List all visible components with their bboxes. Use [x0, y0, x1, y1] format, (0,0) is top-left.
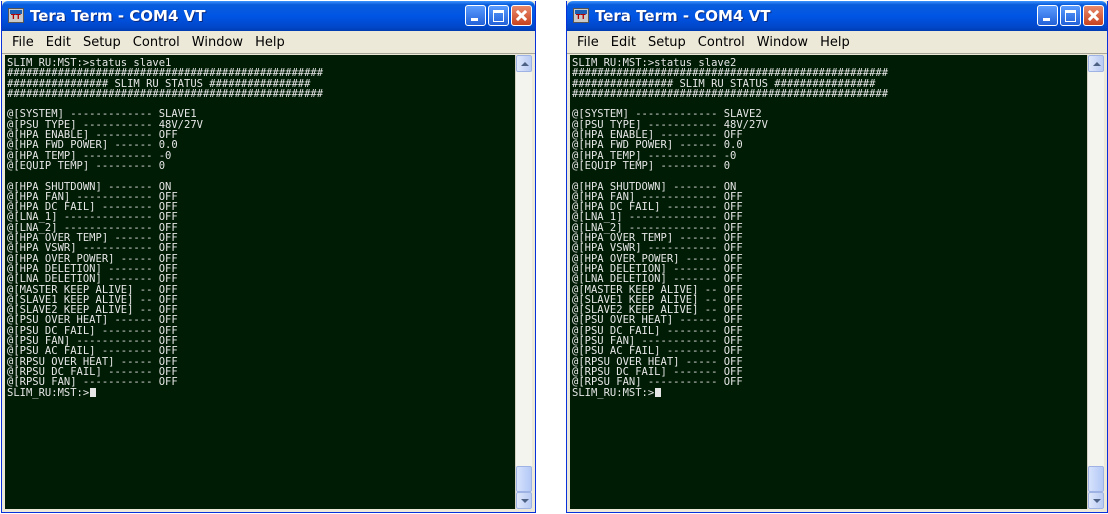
terminal-output[interactable]: SLIM_RU:MST:>status slave2 ##############…	[570, 55, 1087, 509]
menu-help[interactable]: Help	[814, 35, 856, 50]
terminal-output[interactable]: SLIM_RU:MST:>status slave1 ##############…	[5, 55, 515, 509]
scroll-thumb[interactable]	[516, 466, 532, 492]
teraterm-window-left[interactable]: Tera Term - COM4 VT File Edit Setup Cont…	[1, 1, 536, 513]
vertical-scrollbar[interactable]	[515, 55, 532, 509]
terminal-prompt: SLIM_RU:MST:>	[572, 386, 655, 399]
title-bar[interactable]: Tera Term - COM4 VT	[2, 1, 535, 31]
vertical-scrollbar[interactable]	[1087, 55, 1104, 509]
menu-bar: File Edit Setup Control Window Help	[2, 31, 535, 54]
minimize-button[interactable]	[1037, 5, 1058, 26]
menu-setup[interactable]: Setup	[77, 35, 127, 50]
menu-edit[interactable]: Edit	[605, 35, 642, 50]
minimize-button[interactable]	[465, 5, 486, 26]
menu-file[interactable]: File	[6, 35, 40, 50]
menu-control[interactable]: Control	[127, 35, 186, 50]
menu-control[interactable]: Control	[692, 35, 751, 50]
teraterm-app-icon[interactable]	[573, 8, 589, 23]
menu-bar: File Edit Setup Control Window Help	[567, 31, 1107, 54]
menu-edit[interactable]: Edit	[40, 35, 77, 50]
terminal-prompt-line: SLIM_RU:MST:>	[7, 386, 515, 399]
terminal-line: @[EQUIP TEMP] --------- 0	[572, 159, 731, 172]
maximize-button[interactable]	[488, 5, 509, 26]
terminal-line: @[EQUIP TEMP] --------- 0	[7, 159, 166, 172]
close-button[interactable]	[1083, 5, 1104, 26]
scroll-up-button[interactable]	[1088, 55, 1104, 72]
terminal-line: @[LNA DELETION] ------- OFF	[7, 273, 178, 286]
maximize-button[interactable]	[1060, 5, 1081, 26]
menu-window[interactable]: Window	[186, 35, 249, 50]
window-title: Tera Term - COM4 VT	[30, 7, 206, 25]
title-bar[interactable]: Tera Term - COM4 VT	[567, 1, 1107, 31]
terminal-line: @[LNA DELETION] ------- OFF	[572, 273, 743, 286]
scroll-thumb[interactable]	[1088, 466, 1104, 492]
teraterm-window-right[interactable]: Tera Term - COM4 VT File Edit Setup Cont…	[566, 1, 1108, 513]
scroll-down-button[interactable]	[516, 492, 532, 509]
close-button[interactable]	[511, 5, 532, 26]
terminal-prompt: SLIM_RU:MST:>	[7, 386, 90, 399]
teraterm-app-icon[interactable]	[8, 8, 24, 23]
menu-window[interactable]: Window	[751, 35, 814, 50]
window-title: Tera Term - COM4 VT	[595, 7, 771, 25]
text-cursor	[655, 387, 662, 397]
scroll-up-button[interactable]	[516, 55, 532, 72]
menu-file[interactable]: File	[571, 35, 605, 50]
menu-setup[interactable]: Setup	[642, 35, 692, 50]
terminal-prompt-line: SLIM_RU:MST:>	[572, 386, 1087, 399]
text-cursor	[90, 387, 97, 397]
scroll-down-button[interactable]	[1088, 492, 1104, 509]
terminal-line: ########################################…	[7, 87, 324, 100]
terminal-line: ########################################…	[572, 87, 889, 100]
menu-help[interactable]: Help	[249, 35, 291, 50]
